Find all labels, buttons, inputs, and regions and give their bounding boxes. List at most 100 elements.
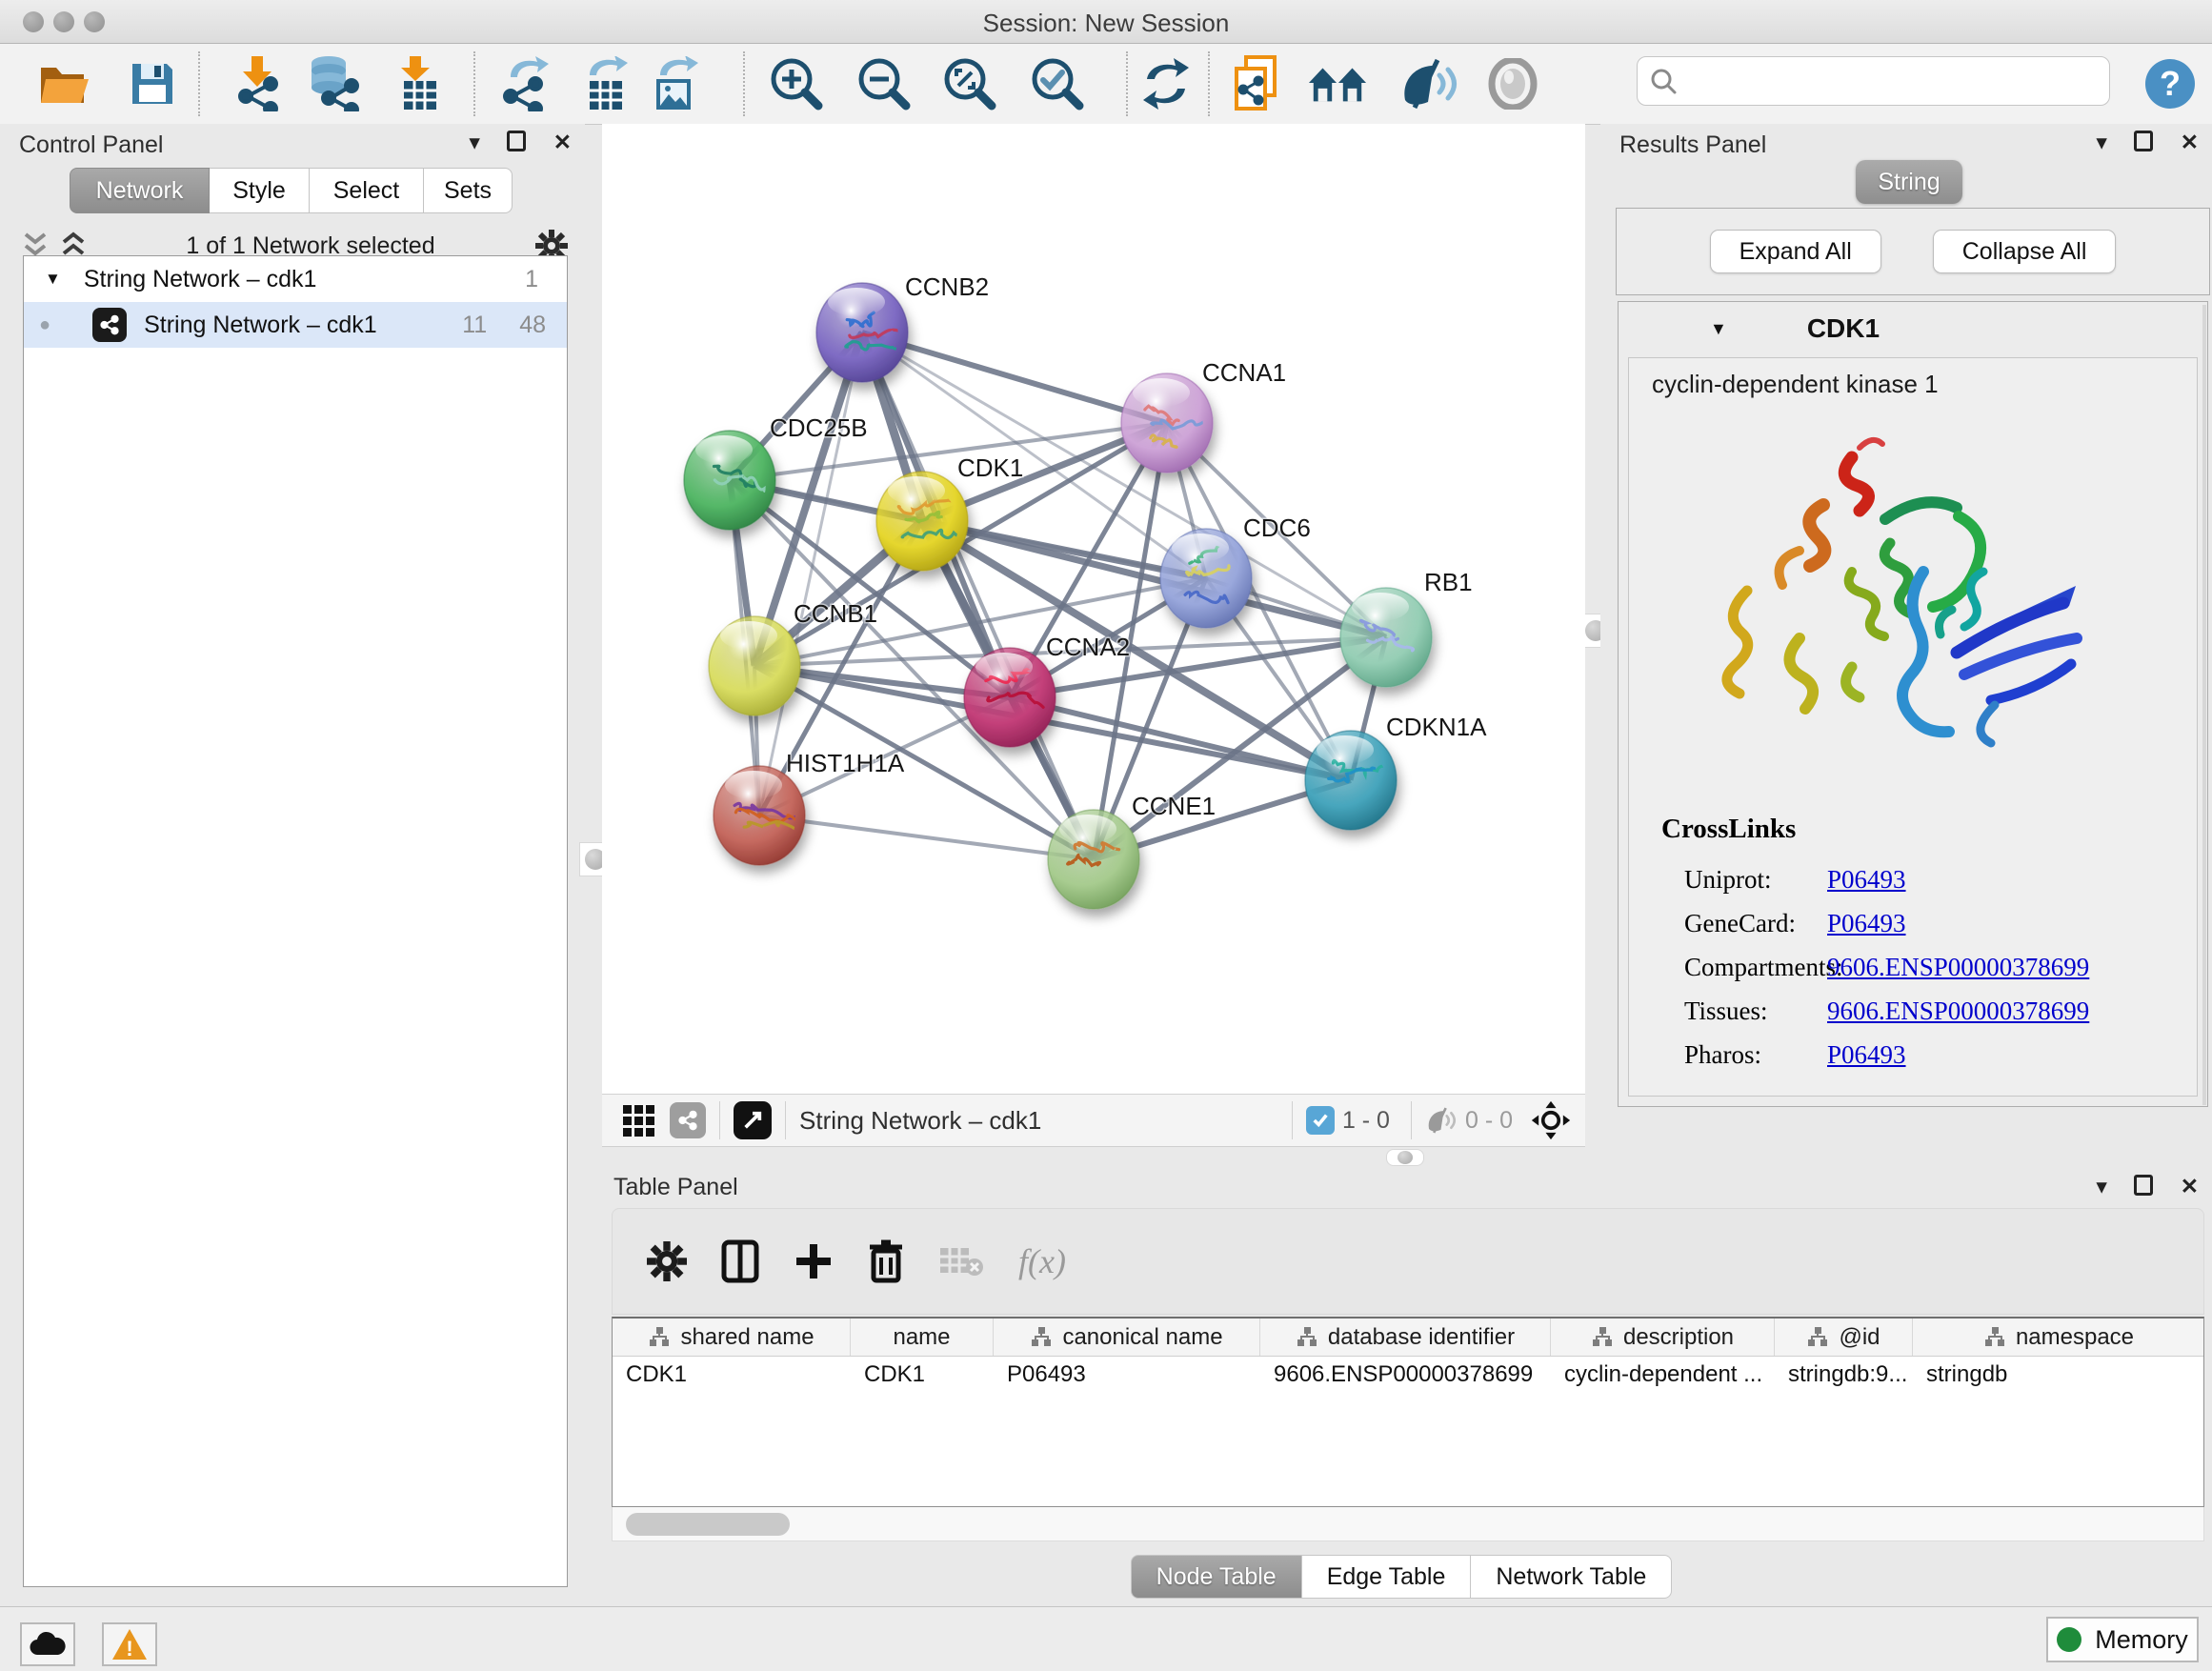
- table-body: CDK1CDK1P064939606.ENSP00000378699cyclin…: [613, 1357, 2203, 1393]
- panel-float-icon[interactable]: [507, 131, 526, 151]
- first-neighbors-button[interactable]: [1307, 53, 1368, 114]
- network-node-CCNB2[interactable]: [816, 283, 911, 382]
- zoom-in-button[interactable]: [766, 53, 827, 114]
- network-node-CCNB1[interactable]: [709, 616, 800, 715]
- panel-menu-icon[interactable]: ▾: [469, 130, 480, 154]
- column-header-database-identifier[interactable]: database identifier: [1260, 1319, 1551, 1356]
- warnings-button[interactable]: !: [102, 1622, 157, 1666]
- column-header-shared-name[interactable]: shared name: [613, 1319, 851, 1356]
- show-all-button[interactable]: [1482, 53, 1543, 114]
- save-session-button[interactable]: [122, 53, 183, 114]
- network-node-CDC6[interactable]: [1160, 529, 1252, 628]
- tab-edge-table[interactable]: Edge Table: [1302, 1555, 1472, 1599]
- zoom-out-icon: [856, 56, 912, 111]
- network-edge-CCNB2-CCNE1[interactable]: [862, 332, 1094, 859]
- export-image-icon: [649, 56, 700, 111]
- tab-node-table[interactable]: Node Table: [1131, 1555, 1302, 1599]
- bottom-splitter-handle[interactable]: [1386, 1149, 1424, 1166]
- search-field[interactable]: [1637, 56, 2110, 106]
- crosslink-link[interactable]: P06493: [1827, 865, 1906, 895]
- tab-select[interactable]: Select: [310, 168, 424, 213]
- export-network-button[interactable]: [495, 53, 556, 114]
- toolbar-separator: [1411, 1101, 1412, 1139]
- network-node-CDC25B[interactable]: [684, 431, 775, 530]
- panel-close-icon[interactable]: ✕: [2181, 1174, 2199, 1198]
- network-node-RB1[interactable]: [1340, 588, 1432, 687]
- open-session-button[interactable]: [34, 53, 95, 114]
- panel-float-icon[interactable]: [2134, 131, 2153, 151]
- table-toolbar: f(x): [612, 1208, 2204, 1315]
- table-cell: cyclin-dependent ...: [1551, 1357, 1775, 1393]
- column-header-canonical-name[interactable]: canonical name: [994, 1319, 1260, 1356]
- selected-checkbox-icon[interactable]: [1306, 1106, 1335, 1135]
- refresh-button[interactable]: [1136, 53, 1196, 114]
- table-cell: CDK1: [613, 1357, 851, 1393]
- network-edge-CCNB2-CCNA1[interactable]: [862, 332, 1167, 423]
- export-image-button[interactable]: [644, 53, 705, 114]
- network-canvas[interactable]: CCNB2CCNA1CDC25BCDK1CDC6RB1CCNB1CCNA2CDK…: [602, 124, 1585, 1094]
- hide-selected-button[interactable]: [1398, 53, 1459, 114]
- import-network-from-file-button[interactable]: [227, 53, 288, 114]
- expand-all-button[interactable]: Expand All: [1710, 230, 1881, 273]
- zoom-selected-button[interactable]: [1027, 53, 1088, 114]
- network-collection-row[interactable]: ▼ String Network – cdk1 1: [24, 256, 567, 302]
- app-store-button[interactable]: [20, 1622, 75, 1666]
- network-edge-CCNE1-HIST1H1A[interactable]: [759, 815, 1094, 859]
- crosslink-link[interactable]: P06493: [1827, 909, 1906, 938]
- network-row[interactable]: ● String Network – cdk1 11 48: [24, 302, 567, 348]
- collapse-all-button[interactable]: Collapse All: [1933, 230, 2117, 273]
- panel-close-icon[interactable]: ✕: [2181, 130, 2199, 154]
- network-node-CCNE1[interactable]: [1048, 810, 1139, 909]
- crosslink-row: Compartments:9606.ENSP00000378699: [1684, 945, 2180, 989]
- column-header-description[interactable]: description: [1551, 1319, 1775, 1356]
- show-columns-icon[interactable]: [721, 1239, 759, 1283]
- import-network-from-database-button[interactable]: [303, 53, 364, 114]
- table-hscroll-thumb[interactable]: [626, 1513, 790, 1536]
- panel-menu-icon[interactable]: ▾: [2096, 130, 2107, 154]
- tab-network-table[interactable]: Network Table: [1471, 1555, 1672, 1599]
- export-table-button[interactable]: [575, 53, 636, 114]
- crosslink-link[interactable]: 9606.ENSP00000378699: [1827, 953, 2089, 982]
- results-scrollbar[interactable]: [2202, 305, 2206, 1105]
- copy-documents-icon: [1233, 55, 1286, 112]
- crosslink-link[interactable]: 9606.ENSP00000378699: [1827, 997, 2089, 1026]
- network-view-share-icon[interactable]: [670, 1102, 706, 1138]
- tab-network[interactable]: Network: [70, 168, 210, 213]
- tab-style[interactable]: Style: [210, 168, 310, 213]
- help-button[interactable]: ?: [2140, 53, 2201, 114]
- search-input[interactable]: [1678, 68, 2078, 94]
- network-edge-CCNB2-HIST1H1A[interactable]: [759, 332, 862, 815]
- zoom-out-button[interactable]: [854, 53, 915, 114]
- detach-view-icon[interactable]: [734, 1101, 772, 1139]
- node-label-CCNA2: CCNA2: [1046, 633, 1130, 661]
- column-header-name[interactable]: name: [851, 1319, 994, 1356]
- grid-view-icon[interactable]: [623, 1105, 654, 1137]
- network-node-CDKN1A[interactable]: [1305, 731, 1397, 830]
- import-table-icon: [394, 56, 444, 111]
- panel-float-icon[interactable]: [2134, 1175, 2153, 1196]
- network-node-HIST1H1A[interactable]: [714, 766, 805, 865]
- table-settings-gear-icon[interactable]: [647, 1241, 687, 1281]
- table-row[interactable]: CDK1CDK1P064939606.ENSP00000378699cyclin…: [613, 1357, 2203, 1393]
- network-node-CCNA2[interactable]: [964, 648, 1056, 747]
- delete-column-icon[interactable]: [868, 1239, 904, 1283]
- tree-caret-icon[interactable]: ▼: [45, 270, 61, 289]
- tab-sets[interactable]: Sets: [424, 168, 513, 213]
- table-hscrollbar[interactable]: [612, 1507, 2204, 1541]
- zoom-fit-button[interactable]: [939, 53, 1000, 114]
- crosslink-link[interactable]: P06493: [1827, 1040, 1906, 1070]
- memory-button[interactable]: Memory: [2046, 1617, 2199, 1662]
- panel-close-icon[interactable]: ✕: [553, 130, 572, 154]
- clone-network-button[interactable]: [1229, 53, 1290, 114]
- column-header-namespace[interactable]: namespace: [1913, 1319, 2204, 1356]
- gene-section-header[interactable]: ▼ CDK1: [1619, 302, 2207, 355]
- column-header-@id[interactable]: @id: [1775, 1319, 1913, 1356]
- create-column-icon[interactable]: [794, 1241, 834, 1281]
- section-caret-icon[interactable]: ▼: [1710, 319, 1727, 339]
- tab-string[interactable]: String: [1856, 160, 1962, 204]
- import-table-from-file-button[interactable]: [389, 53, 450, 114]
- network-node-CDK1[interactable]: [876, 472, 968, 571]
- gray-lens-icon: [1487, 58, 1538, 110]
- panel-menu-icon[interactable]: ▾: [2096, 1174, 2107, 1198]
- birds-eye-view-icon[interactable]: [1530, 1099, 1572, 1141]
